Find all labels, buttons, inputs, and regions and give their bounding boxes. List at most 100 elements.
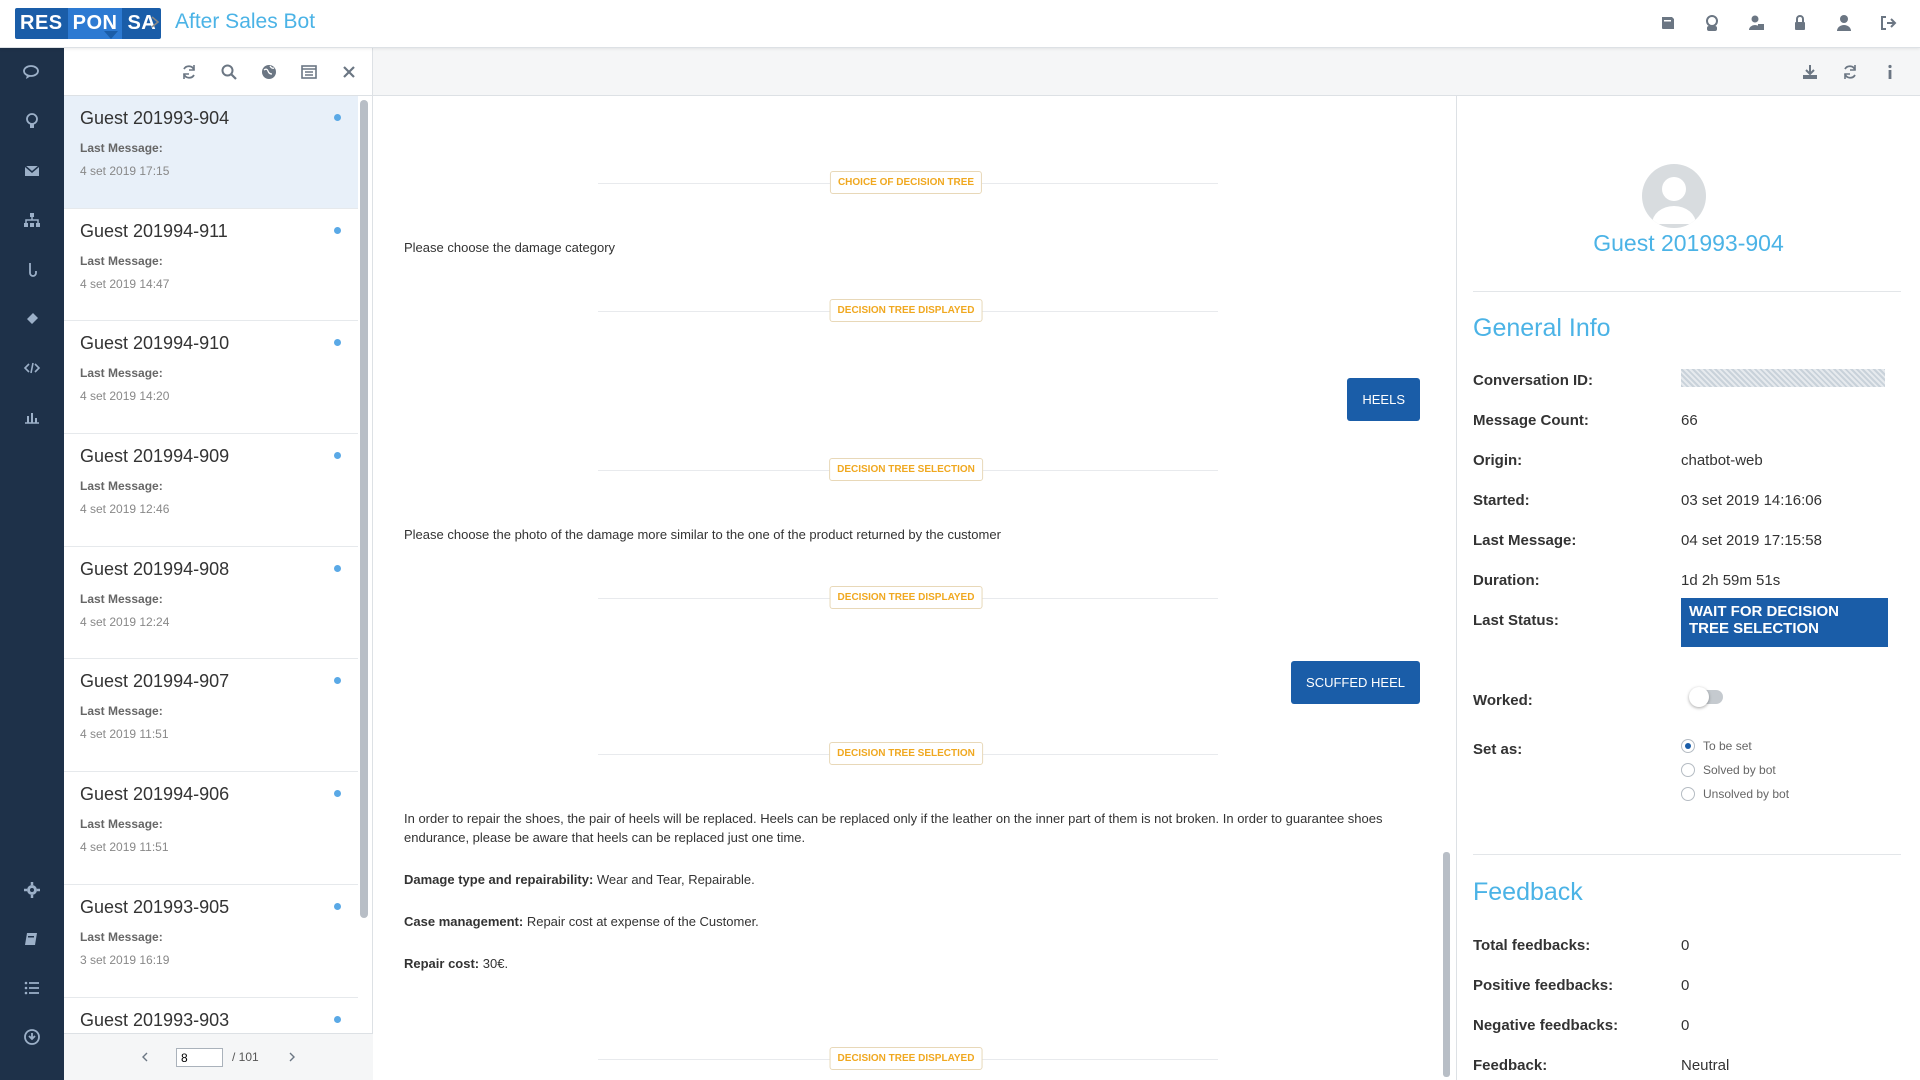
status-badge: WAIT FOR DECISION TREE SELECTION — [1681, 598, 1888, 647]
unread-dot — [334, 226, 341, 234]
negative-feedbacks-value: 0 — [1681, 1017, 1690, 1034]
book-icon[interactable] — [22, 929, 42, 949]
last-message-date: 4 set 2019 12:24 — [80, 614, 170, 629]
mail-icon[interactable] — [22, 161, 42, 181]
last-message-label: Last Message: — [80, 141, 163, 155]
radio-label: To be set — [1703, 739, 1752, 753]
last-message-date: 4 set 2019 17:15 — [80, 164, 170, 178]
last-message-date: 4 set 2019 14:47 — [80, 276, 170, 291]
conversation-item[interactable]: Guest 201994-906 Last Message: 4 set 2019 … — [64, 772, 358, 885]
logout-icon[interactable] — [1878, 13, 1898, 33]
bot-title[interactable]: After Sales Bot — [175, 10, 315, 34]
info-icon[interactable] — [1880, 62, 1900, 82]
conversation-name: Guest 201994-910 — [80, 333, 230, 354]
chat-icon[interactable] — [22, 63, 42, 83]
conversation-name: Guest 201994-906 — [80, 784, 230, 805]
total-feedbacks-label: Total feedbacks: — [1473, 937, 1591, 954]
guest-name: Guest 201993-904 — [1593, 230, 1784, 256]
user-icon[interactable] — [1834, 13, 1854, 33]
window-list-icon[interactable] — [299, 62, 319, 82]
conversation-item[interactable]: Guest 201994-910 Last Message: 4 set 2019 … — [64, 321, 358, 435]
settings-icon[interactable] — [22, 880, 42, 900]
origin-label: Origin: — [1473, 452, 1523, 469]
set-as-option[interactable]: To be set — [1681, 739, 1752, 753]
last-message-value: 04 set 2019 17:15:58 — [1681, 532, 1822, 549]
code-icon[interactable] — [22, 358, 42, 378]
power-icon[interactable] — [22, 1027, 42, 1047]
download-icon[interactable] — [1800, 62, 1820, 82]
feedback-label: Feedback: — [1473, 1057, 1548, 1074]
conversation-item[interactable]: Guest 201994-907 Last Message: 4 set 2019 … — [64, 659, 358, 773]
message-count-value: 66 — [1681, 412, 1698, 429]
hook-icon[interactable] — [22, 260, 42, 280]
responsa-logo[interactable]: RES PON SA — [15, 8, 162, 39]
conversation-item[interactable]: Guest 201994-909 Last Message: 4 set 2019 … — [64, 434, 358, 547]
radio-label: Solved by bot — [1703, 763, 1776, 777]
unread-dot — [334, 452, 341, 460]
repair-intro: In order to repair the shoes, the pair o… — [404, 811, 1383, 845]
support-agent-icon[interactable] — [1702, 13, 1722, 33]
chevron-right-icon[interactable] — [285, 1050, 299, 1064]
last-message-date: 4 set 2019 11:51 — [80, 840, 169, 855]
conversation-item[interactable]: Guest 201993-904 Last Message: 4 set 2019 … — [64, 96, 358, 209]
book-icon[interactable] — [1658, 13, 1678, 33]
bot-message-repair-info: In order to repair the shoes, the pair o… — [404, 809, 1404, 996]
sitemap-icon[interactable] — [22, 210, 42, 230]
last-message-label: Last Message: — [1473, 532, 1577, 549]
bot-message-text: Please choose the photo of the damage mo… — [404, 527, 1001, 542]
conversation-item[interactable]: Guest 201994-908 Last Message: 4 set 2019 … — [64, 547, 358, 660]
separator — [1473, 854, 1901, 855]
chat-scrollbar[interactable] — [1443, 852, 1450, 1077]
set-as-label: Set as: — [1473, 741, 1523, 758]
plug-icon[interactable] — [22, 309, 42, 329]
set-as-option[interactable]: Solved by bot — [1681, 763, 1776, 777]
radio-label: Unsolved by bot — [1703, 787, 1790, 801]
user-avatar-icon — [1652, 177, 1696, 224]
negative-feedbacks-label: Negative feedbacks: — [1473, 1017, 1619, 1034]
refresh-icon[interactable] — [179, 62, 199, 82]
conversation-id-label: Conversation ID: — [1473, 372, 1594, 389]
lock-icon[interactable] — [1790, 13, 1810, 33]
last-message-date: 4 set 2019 11:51 — [80, 727, 169, 742]
search-icon[interactable] — [219, 62, 239, 82]
radio-circle[interactable] — [1681, 763, 1695, 777]
case-management-line: Case management: Repair cost at expense … — [404, 912, 1404, 931]
user-reply-heels[interactable]: HEELS — [1347, 378, 1420, 421]
logo-part-1: RES — [20, 12, 63, 34]
started-value: 03 set 2019 14:16:06 — [1681, 492, 1822, 509]
close-icon[interactable] — [339, 62, 359, 82]
worked-toggle[interactable] — [1689, 687, 1723, 707]
list-icon[interactable] — [22, 978, 42, 998]
conversation-id-value[interactable] — [1681, 369, 1885, 387]
last-message-label: Last Message: — [80, 479, 163, 494]
user-reply-scuffed-heel[interactable]: SCUFFED HEEL — [1291, 661, 1420, 704]
radio-circle[interactable] — [1681, 787, 1695, 801]
globe-icon[interactable] — [259, 62, 279, 82]
conversation-name: Guest 201994-908 — [80, 558, 230, 579]
conversation-name: Guest 201993-903 — [80, 1009, 230, 1030]
conversation-list-panel: Guest 201993-904 Last Message: 4 set 2019 … — [64, 48, 373, 1080]
system-tag-displayed: DECISION TREE DISPLAYED — [829, 586, 983, 609]
conversation-item[interactable]: Guest 201993-905 Last Message: 3 set 2019 … — [64, 885, 358, 998]
unread-dot — [334, 1015, 341, 1023]
refresh-icon[interactable] — [1840, 62, 1860, 82]
list-scrollbar[interactable] — [360, 100, 368, 918]
conversation-item[interactable]: Guest 201994-911 Last Message: 4 set 2019 … — [64, 209, 358, 322]
chart-icon[interactable] — [22, 407, 42, 427]
conversation-name: Guest 201994-911 — [80, 220, 228, 241]
unread-dot — [334, 114, 341, 121]
logo-tail — [104, 31, 118, 39]
bot-message-text: Please choose the damage category — [404, 240, 616, 255]
list-toolbar — [64, 48, 373, 96]
user-lock-icon[interactable] — [1746, 13, 1766, 33]
conversation-name: Guest 201994-909 — [80, 446, 230, 467]
page-input[interactable] — [176, 1048, 223, 1067]
conversation-name: Guest 201994-907 — [80, 671, 230, 692]
chevron-left-icon[interactable] — [138, 1050, 152, 1064]
damage-type-line: Damage type and repairability: Wear and … — [404, 870, 1404, 889]
feedback-value: Neutral — [1681, 1057, 1730, 1074]
pagination: / 101 — [64, 1033, 373, 1080]
radio-circle[interactable] — [1681, 739, 1695, 753]
lightbulb-icon[interactable] — [22, 111, 42, 131]
set-as-option[interactable]: Unsolved by bot — [1681, 787, 1789, 801]
